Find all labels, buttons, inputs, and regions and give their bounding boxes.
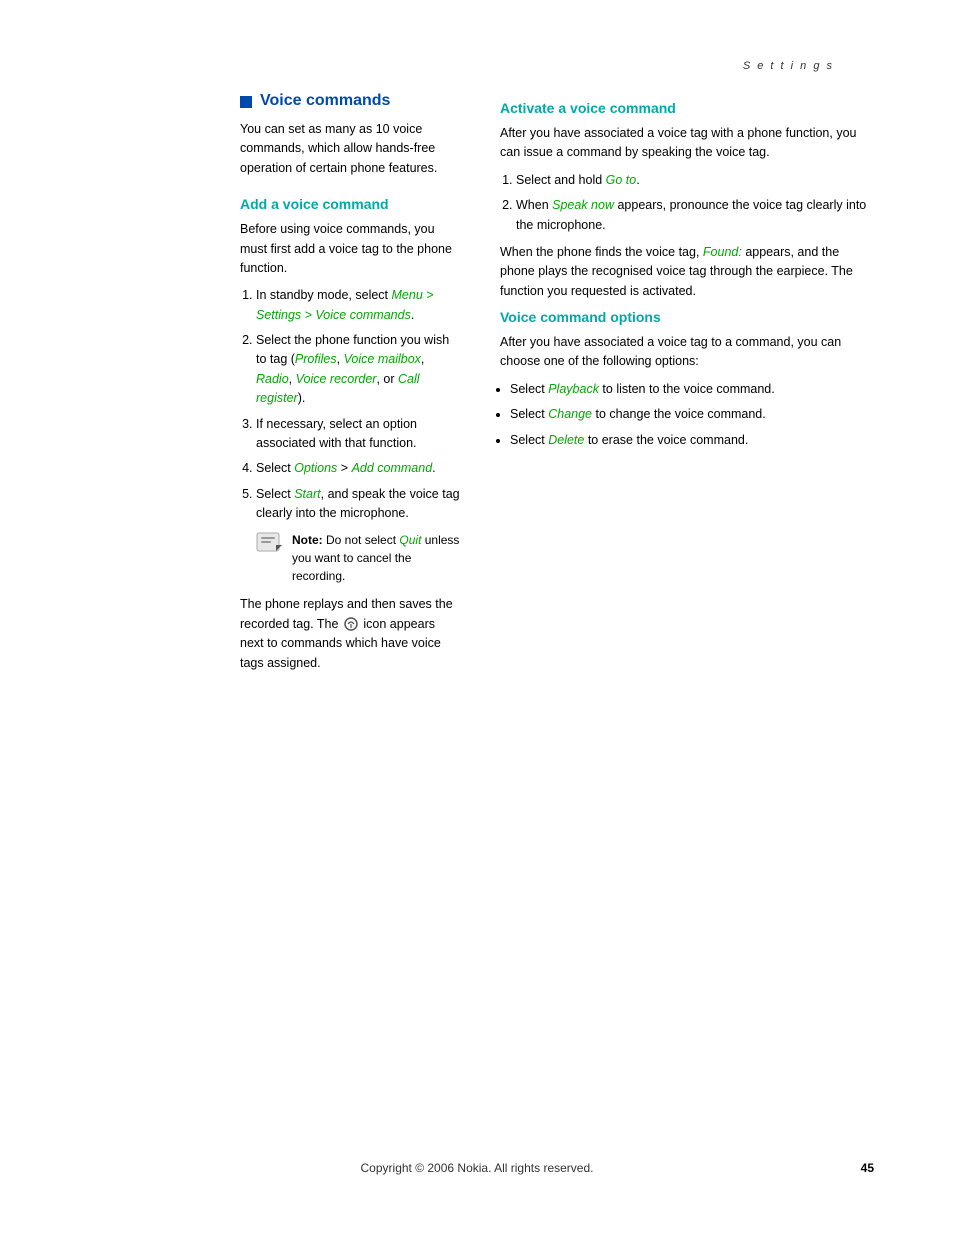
phone-icon xyxy=(342,617,363,631)
voice-command-options-intro: After you have associated a voice tag to… xyxy=(500,333,874,372)
step-3: If necessary, select an option associate… xyxy=(256,415,460,454)
add-voice-command-heading: Add a voice command xyxy=(240,196,460,212)
main-title: Voice commands xyxy=(260,92,390,110)
activate-step-1: Select and hold Go to. xyxy=(516,171,874,190)
add-voice-command-steps: In standby mode, select Menu > Settings … xyxy=(256,286,460,523)
add-voice-command-intro: Before using voice commands, you must fi… xyxy=(240,220,460,278)
activate-intro: After you have associated a voice tag wi… xyxy=(500,124,874,163)
footer: Copyright © 2006 Nokia. All rights reser… xyxy=(0,1161,954,1175)
option-delete: Select Delete to erase the voice command… xyxy=(510,431,874,450)
start-link: Start xyxy=(294,487,320,501)
activate-voice-command-heading: Activate a voice command xyxy=(500,100,874,116)
header-label: S e t t i n g s xyxy=(743,60,834,72)
quit-link: Quit xyxy=(399,533,421,547)
page-container: S e t t i n g s Voice commands You can s… xyxy=(0,0,954,1235)
blue-square-icon xyxy=(240,96,252,108)
voice-command-options-heading: Voice command options xyxy=(500,309,874,325)
copyright-text: Copyright © 2006 Nokia. All rights reser… xyxy=(361,1161,594,1175)
add-command-link: Add command xyxy=(352,461,433,475)
activate-step-2: When Speak now appears, pronounce the vo… xyxy=(516,196,874,235)
page-header: S e t t i n g s xyxy=(0,60,954,92)
main-section-heading: Voice commands xyxy=(240,92,460,110)
playback-link: Playback xyxy=(548,382,599,396)
change-link: Change xyxy=(548,407,592,421)
options-link: Options xyxy=(294,461,337,475)
right-column: Activate a voice command After you have … xyxy=(500,92,874,681)
option-change: Select Change to change the voice comman… xyxy=(510,405,874,424)
page-number: 45 xyxy=(861,1161,874,1175)
note-box: Note: Do not select Quit unless you want… xyxy=(256,531,460,585)
delete-link: Delete xyxy=(548,433,584,447)
note-text: Note: Do not select Quit unless you want… xyxy=(292,531,460,585)
step-1: In standby mode, select Menu > Settings … xyxy=(256,286,460,325)
main-intro-text: You can set as many as 10 voice commands… xyxy=(240,120,460,178)
profiles-link: Profiles xyxy=(295,352,337,366)
closing-text: The phone replays and then saves the rec… xyxy=(240,595,460,673)
voice-mailbox-link: Voice mailbox xyxy=(344,352,421,366)
step-5: Select Start, and speak the voice tag cl… xyxy=(256,485,460,524)
speak-now-link: Speak now xyxy=(552,198,614,212)
found-link: Found: xyxy=(703,245,742,259)
voice-command-options-list: Select Playback to listen to the voice c… xyxy=(510,380,874,450)
activate-closing: When the phone finds the voice tag, Foun… xyxy=(500,243,874,301)
option-playback: Select Playback to listen to the voice c… xyxy=(510,380,874,399)
activate-steps: Select and hold Go to. When Speak now ap… xyxy=(516,171,874,235)
step-2: Select the phone function you wish to ta… xyxy=(256,331,460,409)
content-area: Voice commands You can set as many as 10… xyxy=(0,92,954,681)
step-4: Select Options > Add command. xyxy=(256,459,460,478)
note-icon xyxy=(256,531,284,556)
left-column: Voice commands You can set as many as 10… xyxy=(240,92,460,681)
voice-recorder-link: Voice recorder xyxy=(296,372,377,386)
go-to-link: Go to xyxy=(606,173,637,187)
radio-link: Radio xyxy=(256,372,289,386)
